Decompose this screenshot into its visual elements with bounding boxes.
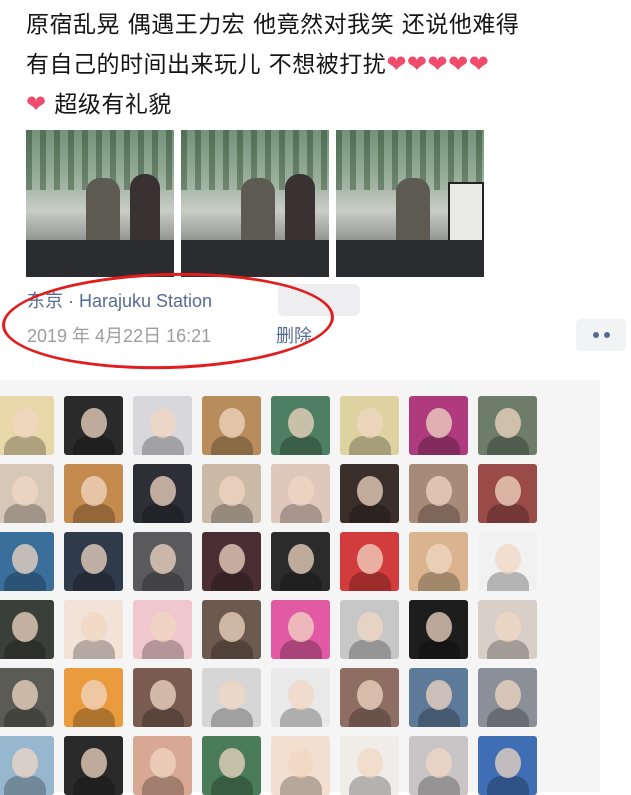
liker-avatar[interactable] [409, 600, 468, 659]
post-text: 原宿乱晃 偶遇王力宏 他竟然对我笑 还说他难得 有自己的时间出来玩儿 不想被打扰… [26, 6, 631, 125]
liker-avatar[interactable] [202, 600, 261, 659]
liker-avatar[interactable] [64, 464, 123, 523]
liker-avatar[interactable] [64, 532, 123, 591]
liker-avatar[interactable] [271, 532, 330, 591]
liker-avatar[interactable] [202, 532, 261, 591]
liker-avatar[interactable] [64, 668, 123, 727]
liker-avatar[interactable] [0, 668, 54, 727]
liker-avatar[interactable] [340, 464, 399, 523]
liker-avatar[interactable] [340, 736, 399, 795]
liker-avatar[interactable] [64, 600, 123, 659]
liker-avatar[interactable] [271, 464, 330, 523]
liker-avatar[interactable] [478, 464, 537, 523]
liker-avatar[interactable] [409, 396, 468, 455]
liker-avatar[interactable] [0, 396, 54, 455]
liker-avatar[interactable] [271, 600, 330, 659]
post-timestamp: 2019 年 4月22日 16:21 [27, 326, 212, 346]
liker-avatar[interactable] [202, 736, 261, 795]
photo-grid [26, 130, 484, 277]
liker-avatar[interactable] [478, 600, 537, 659]
liker-avatar[interactable] [64, 736, 123, 795]
liker-avatar[interactable] [409, 668, 468, 727]
liker-avatar[interactable] [64, 396, 123, 455]
delete-link[interactable]: 删除 [276, 322, 312, 348]
liker-avatar[interactable] [340, 668, 399, 727]
photo-2[interactable] [181, 130, 329, 277]
liker-avatar[interactable] [409, 736, 468, 795]
liker-avatar[interactable] [133, 532, 192, 591]
dot-icon [592, 332, 599, 338]
post-text-line-3: ❤ 超级有礼貌 [26, 85, 631, 125]
location-link[interactable]: 东京 · Harajuku Station [27, 287, 212, 313]
liker-avatar[interactable] [202, 396, 261, 455]
liker-avatar[interactable] [478, 736, 537, 795]
liker-avatar[interactable] [0, 600, 54, 659]
liker-avatar[interactable] [271, 396, 330, 455]
liker-avatar[interactable] [133, 736, 192, 795]
likes-panel [0, 380, 600, 795]
liker-avatar[interactable] [409, 464, 468, 523]
liker-avatar[interactable] [340, 396, 399, 455]
liker-avatar[interactable] [133, 396, 192, 455]
blurred-region [278, 284, 360, 316]
liker-avatar[interactable] [478, 668, 537, 727]
liker-avatar[interactable] [0, 736, 54, 795]
photo-1[interactable] [26, 130, 174, 277]
liker-avatar[interactable] [133, 464, 192, 523]
liker-avatar[interactable] [133, 600, 192, 659]
liker-avatar[interactable] [340, 600, 399, 659]
liker-avatar[interactable] [0, 532, 54, 591]
liker-avatar[interactable] [409, 532, 468, 591]
post-text-line-2-text: 有自己的时间出来玩儿 不想被打扰 [26, 52, 387, 78]
liker-avatar[interactable] [271, 736, 330, 795]
dot-icon [603, 332, 610, 338]
heart-emoji-icons: ❤❤❤❤❤ [386, 50, 490, 78]
post-text-line-1: 原宿乱晃 偶遇王力宏 他竟然对我笑 还说他难得 [26, 12, 520, 38]
liker-avatar[interactable] [271, 668, 330, 727]
liker-avatar[interactable] [478, 396, 537, 455]
liker-avatar[interactable] [202, 464, 261, 523]
liker-avatar[interactable] [133, 668, 192, 727]
post-text-line-2: 有自己的时间出来玩儿 不想被打扰❤❤❤❤❤ [26, 45, 631, 85]
liker-avatar[interactable] [202, 668, 261, 727]
heart-emoji-icon: ❤ [26, 90, 47, 118]
liker-avatar[interactable] [478, 532, 537, 591]
liker-avatar-grid [0, 396, 537, 795]
post-text-line-3-text: 超级有礼貌 [54, 92, 172, 118]
more-options-button[interactable] [576, 319, 626, 351]
liker-avatar[interactable] [340, 532, 399, 591]
photo-3[interactable] [336, 130, 484, 277]
liker-avatar[interactable] [0, 464, 54, 523]
